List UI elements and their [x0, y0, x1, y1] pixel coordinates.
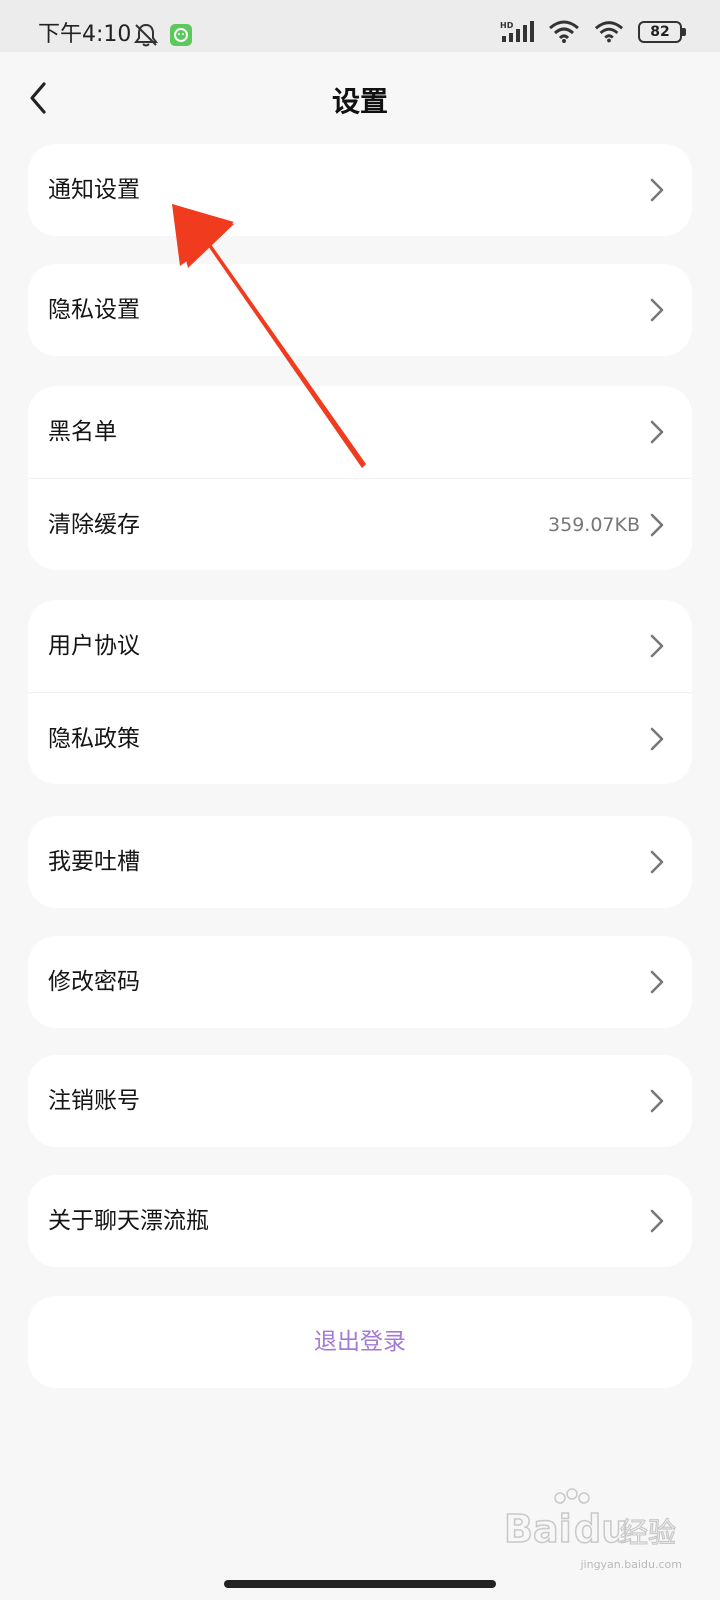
settings-item-notification-settings[interactable]: 通知设置 [28, 144, 692, 236]
chevron-right-icon [650, 178, 664, 202]
status-time: 下午4:10 [38, 22, 132, 47]
watermark-brand: Bai [504, 1507, 572, 1551]
settings-group-privacy: 隐私设置 [28, 264, 692, 356]
settings-item-about[interactable]: 关于聊天漂流瓶 [28, 1175, 692, 1267]
chevron-right-icon [650, 634, 664, 658]
settings-item-label: 用户协议 [48, 633, 140, 659]
chevron-right-icon [650, 1089, 664, 1113]
logout-label: 退出登录 [314, 1329, 406, 1355]
header: 设置 [0, 52, 720, 144]
settings-item-label: 隐私设置 [48, 297, 140, 323]
settings-item-label: 通知设置 [48, 177, 140, 203]
wifi-icon-secondary [594, 21, 624, 43]
settings-item-label: 黑名单 [48, 419, 117, 445]
chevron-right-icon [650, 298, 664, 322]
chevron-right-icon [650, 970, 664, 994]
settings-item-label: 清除缓存 [48, 511, 140, 538]
settings-screen: 下午4:10 HD 82 设置 通知设置 隐私设置 黑名单 清除缓存 359.0… [0, 0, 720, 1600]
chevron-right-icon [650, 850, 664, 874]
settings-group-about: 关于聊天漂流瓶 [28, 1175, 692, 1267]
settings-item-label: 注销账号 [48, 1088, 140, 1114]
watermark-url: jingyan.baidu.com [580, 1558, 682, 1571]
chevron-right-icon [650, 513, 664, 536]
settings-item-clear-cache[interactable]: 清除缓存 359.07KB [28, 478, 692, 570]
settings-item-change-password[interactable]: 修改密码 [28, 936, 692, 1028]
settings-item-user-agreement[interactable]: 用户协议 [28, 600, 692, 692]
bell-muted-icon [134, 23, 158, 47]
network-badge: HD [500, 21, 514, 30]
baidu-jingyan-watermark-icon: Bai du 经验 [504, 1488, 677, 1552]
logout-button[interactable]: 退出登录 [28, 1296, 692, 1388]
settings-item-blacklist[interactable]: 黑名单 [28, 386, 692, 478]
chevron-right-icon [650, 727, 664, 750]
battery-icon: 82 [638, 21, 686, 43]
chevron-right-icon [650, 420, 664, 444]
settings-group-agreements: 用户协议 隐私政策 [28, 600, 692, 784]
settings-item-label: 修改密码 [48, 969, 140, 995]
logout-card: 退出登录 [28, 1296, 692, 1388]
settings-item-feedback[interactable]: 我要吐槽 [28, 816, 692, 908]
settings-group-password: 修改密码 [28, 936, 692, 1028]
settings-group-blacklist-cache: 黑名单 清除缓存 359.07KB [28, 386, 692, 570]
settings-item-label: 我要吐槽 [48, 849, 140, 875]
settings-group-account: 注销账号 [28, 1055, 692, 1147]
home-indicator[interactable] [224, 1580, 496, 1588]
settings-item-privacy-settings[interactable]: 隐私设置 [28, 264, 692, 356]
cellular-signal-icon: HD [500, 21, 534, 42]
watermark-suffix: 经验 [620, 1516, 676, 1549]
battery-level: 82 [650, 24, 670, 40]
page-title: 设置 [331, 85, 388, 118]
settings-item-label: 关于聊天漂流瓶 [48, 1208, 209, 1234]
settings-item-label: 隐私政策 [48, 725, 140, 752]
wifi-icon [549, 20, 579, 43]
cache-size-value: 359.07KB [548, 513, 640, 536]
app-notification-icon [170, 24, 192, 46]
status-bar: 下午4:10 HD 82 [0, 0, 720, 52]
chevron-right-icon [650, 1209, 664, 1233]
settings-item-privacy-policy[interactable]: 隐私政策 [28, 692, 692, 784]
settings-group-notifications: 通知设置 [28, 144, 692, 236]
settings-group-feedback: 我要吐槽 [28, 816, 692, 908]
settings-item-delete-account[interactable]: 注销账号 [28, 1055, 692, 1147]
